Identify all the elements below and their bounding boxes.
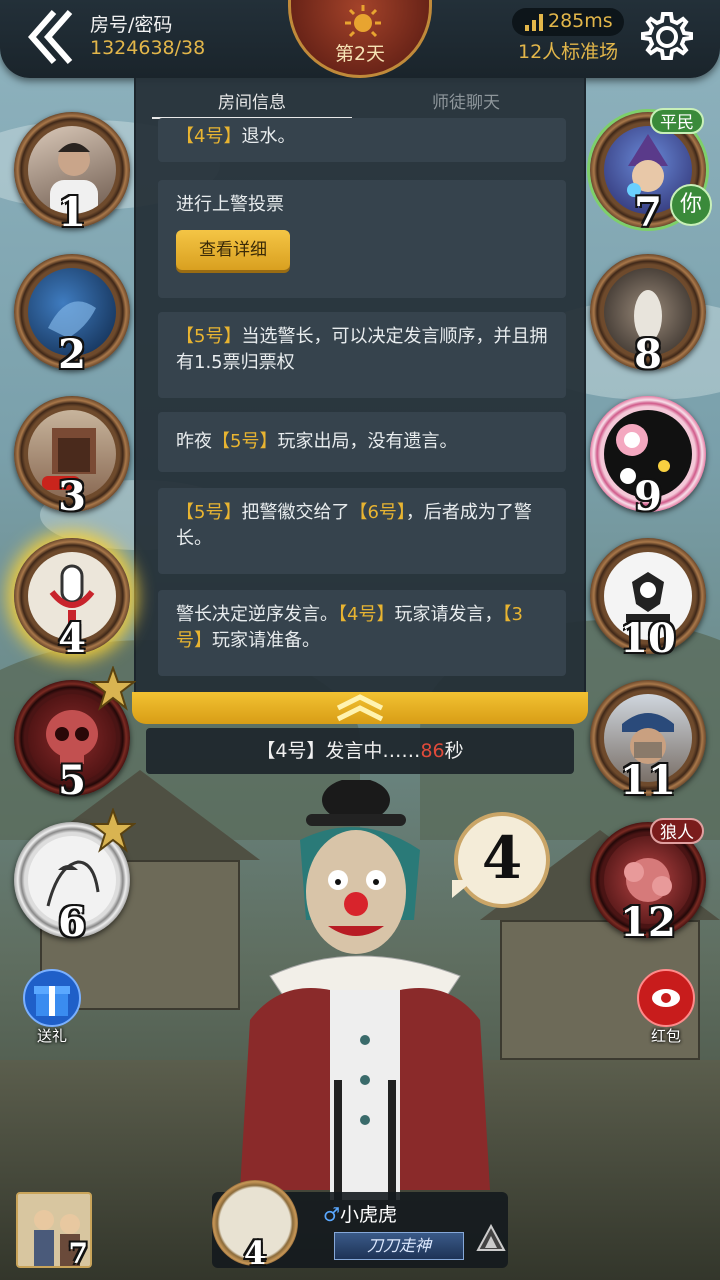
player-seat-6[interactable]: 6 — [14, 808, 136, 946]
gift-icon — [23, 969, 81, 1027]
player-seat-11[interactable]: 11 — [590, 680, 706, 804]
speaking-text: 【4号】发言中…… — [256, 740, 421, 762]
player-seat-2[interactable]: 2 — [14, 254, 130, 378]
speech-bubble-tail — [452, 880, 474, 898]
panel-tabs: 房间信息 师徒聊天 — [136, 88, 584, 122]
rank-emblem-icon — [476, 1224, 506, 1251]
player-seat-9[interactable]: 9 — [590, 396, 706, 520]
chevron-up-icon — [336, 694, 384, 722]
my-player-card[interactable]: 7 — [16, 1192, 92, 1268]
speaking-countdown: 86 — [420, 740, 445, 762]
role-tag-werewolf: 狼人 — [650, 818, 704, 844]
player-seat-7[interactable]: 平民 你 7 — [590, 108, 712, 236]
message-item: 【4号】退水。 — [158, 118, 566, 162]
speaker-title-badge: 刀刀走神 — [334, 1232, 464, 1260]
ping-indicator: 285ms — [512, 8, 624, 36]
tab-mentor-chat[interactable]: 师徒聊天 — [366, 88, 566, 113]
signal-icon — [525, 14, 543, 31]
speaker-name: 小虎虎 — [340, 1204, 398, 1226]
view-details-button[interactable]: 查看详细 — [176, 230, 290, 270]
send-gift-button[interactable]: 送礼 — [16, 968, 88, 1046]
back-chevron-icon — [28, 10, 73, 64]
room-label: 房号/密码 — [90, 14, 173, 36]
player-seat-8[interactable]: 8 — [590, 254, 706, 378]
tab-room-info[interactable]: 房间信息 — [152, 88, 352, 119]
message-item: 警长决定逆序发言。【4号】玩家请发言，【3号】玩家请准备。 — [158, 590, 566, 676]
red-packet-button[interactable]: 红包 — [630, 968, 702, 1046]
room-password: 1324638/38 — [90, 37, 206, 59]
speaking-status: 【4号】发言中……86秒 — [146, 728, 574, 774]
player-seat-10[interactable]: 10 — [590, 538, 706, 662]
ping-value: 285ms — [548, 10, 613, 32]
message-item: 【5号】把警徽交给了【6号】，后者成为了警长。 — [158, 488, 566, 574]
message-item: 昨夜【5号】玩家出局，没有遗言。 — [158, 412, 566, 472]
top-bar: 房号/密码 1324638/38 第2天 285ms 12人标准场 — [0, 0, 720, 78]
player-seat-12[interactable]: 狼人 12 — [590, 818, 706, 946]
speaker-avatar[interactable]: 4 — [212, 1180, 298, 1272]
day-badge: 第2天 — [288, 0, 432, 78]
role-tag-civilian: 平民 — [650, 108, 704, 134]
message-item: 进行上警投票 查看详细 — [158, 180, 566, 298]
player-seat-3[interactable]: 3 — [14, 396, 130, 520]
back-button[interactable] — [22, 6, 82, 68]
message-item: 【5号】当选警长，可以决定发言顺序，并且拥有1.5票归票权 — [158, 312, 566, 398]
red-packet-icon — [637, 969, 695, 1027]
gear-icon[interactable] — [640, 10, 694, 64]
player-seat-5[interactable]: 5 — [14, 666, 136, 804]
player-seat-4[interactable]: 4 — [14, 538, 130, 662]
room-info-panel: 房间信息 师徒聊天 【4号】退水。 进行上警投票 查看详细 【5号】当选警长，可… — [134, 78, 586, 696]
game-mode: 12人标准场 — [518, 41, 619, 63]
sheriff-badge-icon — [90, 808, 136, 853]
day-label: 第2天 — [334, 43, 386, 65]
male-gender-icon: ♂ — [322, 1204, 341, 1226]
sun-icon — [345, 5, 381, 38]
collapse-panel-button[interactable] — [132, 692, 588, 724]
sheriff-badge-icon — [90, 666, 136, 711]
player-seat-1[interactable]: 1 — [14, 112, 130, 236]
